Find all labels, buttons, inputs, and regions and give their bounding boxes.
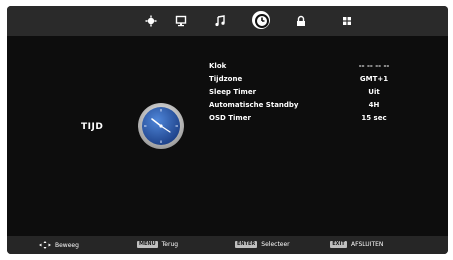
setting-row-sleep-timer[interactable]: Sleep Timer Uit <box>209 88 399 100</box>
monitor-icon <box>175 15 187 27</box>
setting-label: Automatische Standby <box>209 101 299 109</box>
picture-icon <box>145 15 157 27</box>
clock-tab-icon <box>255 14 269 28</box>
key-hint-bar: Beweeg MENU Terug ENTER Selecteer EXIT A… <box>7 236 448 254</box>
lock-icon <box>297 15 305 26</box>
exit-key-icon: EXIT <box>330 241 347 248</box>
setting-row-osd-timer[interactable]: OSD Timer 15 sec <box>209 114 399 126</box>
setting-label: Tijdzone <box>209 75 243 83</box>
dpad-icon <box>39 241 51 249</box>
setting-row-clock[interactable]: Klok -- -- -- -- <box>209 62 399 74</box>
tab-setup[interactable] <box>336 10 358 32</box>
menu-tab-bar <box>7 6 448 36</box>
hint-move: Beweeg <box>39 241 79 249</box>
clock-icon <box>138 103 184 149</box>
section-title: TIJD <box>81 122 104 132</box>
tab-time[interactable] <box>251 10 273 32</box>
tab-picture[interactable] <box>140 10 162 32</box>
setting-value: 4H <box>368 101 380 109</box>
setting-value: 15 sec <box>361 114 387 122</box>
menu-key-icon: MENU <box>137 241 158 248</box>
tab-lock[interactable] <box>290 10 312 32</box>
tv-osd-screen: TIJD Klok -- -- -- -- Tijdzone GMT+1 Sle… <box>7 6 448 254</box>
setting-label: Klok <box>209 62 227 70</box>
tab-screen[interactable] <box>170 10 192 32</box>
setting-value: GMT+1 <box>359 75 389 83</box>
hint-back: MENU Terug <box>137 241 178 248</box>
setting-label: OSD Timer <box>209 114 251 122</box>
music-note-icon <box>215 15 225 27</box>
setting-label: Sleep Timer <box>209 88 257 96</box>
tab-sound[interactable] <box>209 10 231 32</box>
hint-label: Beweeg <box>55 241 79 249</box>
setting-row-timezone[interactable]: Tijdzone GMT+1 <box>209 75 399 87</box>
hint-label: Selecteer <box>261 241 290 248</box>
hint-select: ENTER Selecteer <box>235 241 290 248</box>
setting-value: -- -- -- -- <box>358 62 390 70</box>
grid-icon <box>343 17 351 25</box>
setting-row-auto-standby[interactable]: Automatische Standby 4H <box>209 101 399 113</box>
setting-value: Uit <box>368 88 380 96</box>
hint-label: AFSLUITEN <box>351 241 384 248</box>
hint-exit: EXIT AFSLUITEN <box>330 241 383 248</box>
hint-label: Terug <box>161 241 179 248</box>
enter-key-icon: ENTER <box>235 241 258 248</box>
